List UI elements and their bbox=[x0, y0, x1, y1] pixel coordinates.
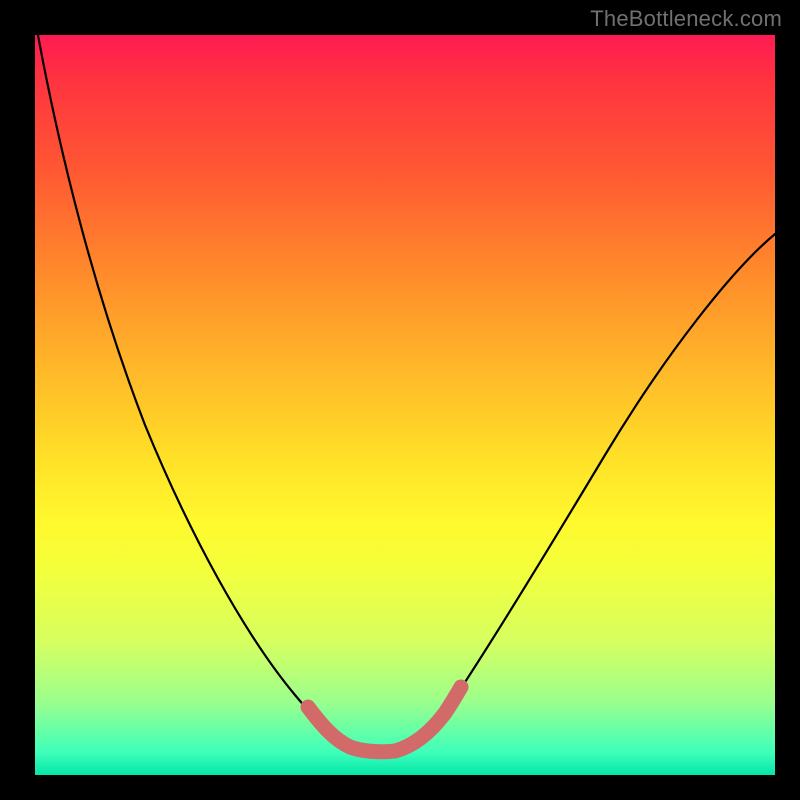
chart-frame: TheBottleneck.com bbox=[0, 0, 800, 800]
watermark-text: TheBottleneck.com bbox=[590, 6, 782, 32]
curves-svg bbox=[35, 35, 775, 775]
highlight-segment bbox=[308, 687, 461, 752]
main-curve bbox=[37, 35, 775, 752]
plot-area bbox=[35, 35, 775, 775]
